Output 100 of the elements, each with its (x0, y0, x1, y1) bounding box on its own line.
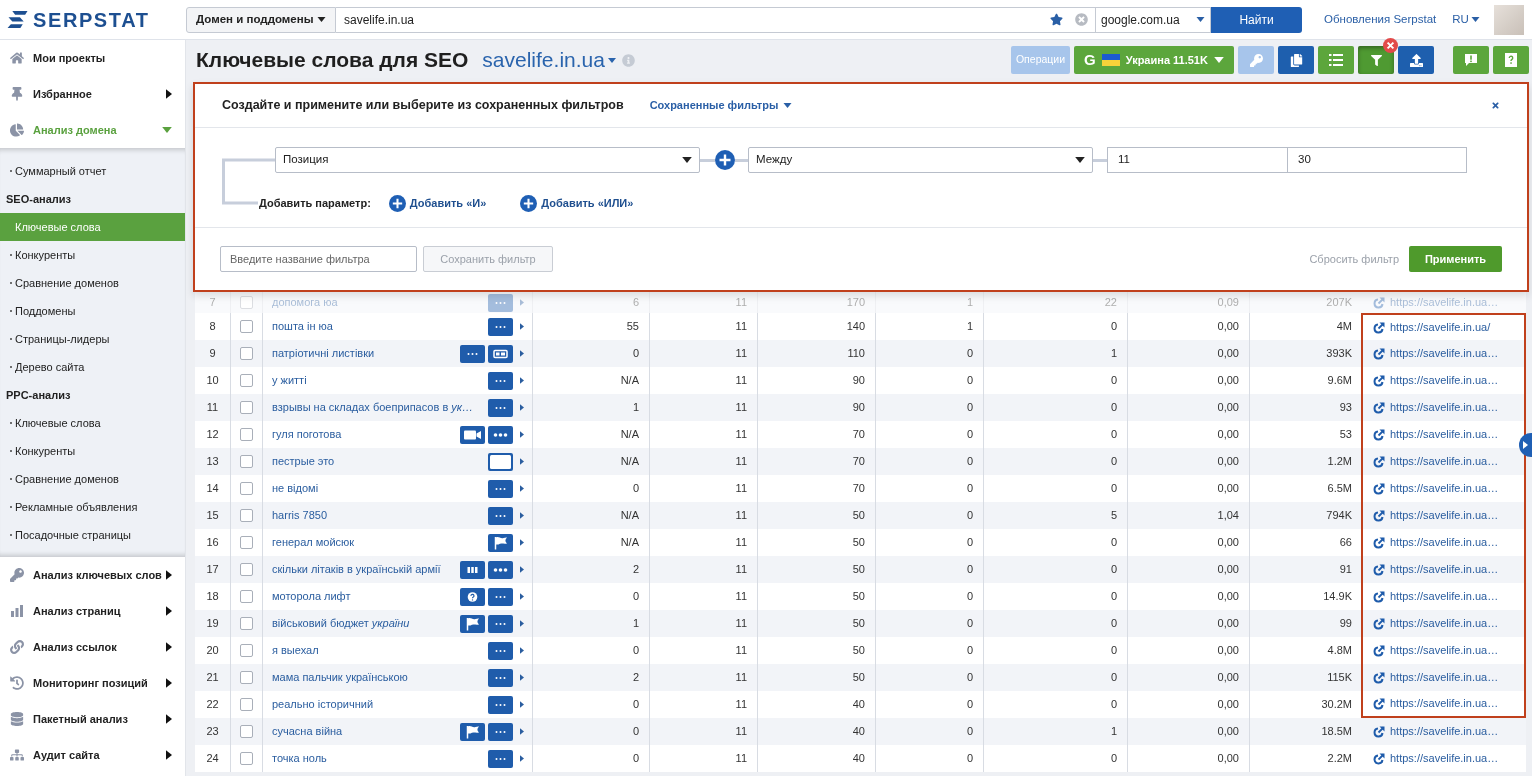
dots-icon[interactable] (460, 344, 485, 363)
expand-caret-icon[interactable] (520, 485, 524, 492)
keyword-link[interactable]: моторола лифт (272, 588, 351, 605)
sidebar-subitem[interactable]: Поддомены (0, 297, 185, 325)
keyword-link[interactable]: пестрые это (272, 453, 335, 470)
expand-caret-icon[interactable] (520, 458, 524, 465)
sidebar-item[interactable]: Анализ страниц (0, 593, 185, 629)
row-checkbox[interactable] (240, 347, 253, 360)
domain-dropdown[interactable]: savelife.in.ua (482, 44, 616, 76)
close-badge-icon[interactable] (1383, 38, 1398, 53)
expand-caret-icon[interactable] (520, 350, 524, 357)
dots-icon[interactable] (488, 668, 513, 687)
sidebar-item[interactable]: Пакетный анализ (0, 701, 185, 737)
url-link[interactable]: https://savelife.in.ua… (1373, 642, 1499, 659)
bars-icon[interactable] (460, 560, 485, 579)
export-button[interactable] (1398, 46, 1434, 74)
search-field[interactable]: savelife.in.ua (336, 6, 1095, 33)
sidebar-item[interactable]: Мониторинг позиций (0, 665, 185, 701)
video-camera-icon[interactable] (460, 425, 485, 444)
row-checkbox[interactable] (240, 644, 253, 657)
row-checkbox[interactable] (240, 752, 253, 765)
keyword-link[interactable]: сучасна війна (272, 723, 343, 740)
sidebar-subitem[interactable]: Дерево сайта (0, 353, 185, 381)
url-link[interactable]: https://savelife.in.ua… (1373, 750, 1499, 767)
dots-icon[interactable] (488, 641, 513, 660)
keyword-link[interactable]: військовий бюджет україни (272, 615, 410, 632)
sidebar-subitem[interactable]: Страницы-лидеры (0, 325, 185, 353)
sidebar-subitem[interactable]: Ключевые слова (0, 409, 185, 437)
expand-caret-icon[interactable] (520, 728, 524, 735)
keyword-link[interactable]: точка ноль (272, 750, 327, 767)
url-link[interactable]: https://savelife.in.ua… (1373, 345, 1499, 362)
expand-caret-icon[interactable] (520, 593, 524, 600)
url-link[interactable]: https://savelife.in.ua… (1373, 669, 1499, 686)
add-or-button[interactable]: Добавить «ИЛИ» (520, 194, 634, 212)
saved-filters-dropdown[interactable]: Сохраненные фильтры (649, 97, 793, 114)
expand-caret-icon[interactable] (520, 674, 524, 681)
sidebar-subitem[interactable]: Суммарный отчет (0, 157, 185, 185)
report-button[interactable] (1453, 46, 1489, 74)
expand-caret-icon[interactable] (520, 620, 524, 627)
operator-select[interactable]: Между (748, 147, 1093, 173)
range-from-field[interactable]: 11 (1107, 147, 1288, 173)
keyword-link[interactable]: пошта ін юа (272, 318, 333, 335)
range-to-field[interactable]: 30 (1288, 147, 1467, 173)
keyword-link[interactable]: я выехал (272, 642, 319, 659)
keyword-link[interactable]: гуля поготова (272, 426, 342, 443)
expand-caret-icon[interactable] (520, 701, 524, 708)
row-checkbox[interactable] (240, 374, 253, 387)
search-button[interactable]: Найти (1211, 6, 1302, 33)
apply-button[interactable]: Применить (1409, 246, 1502, 272)
blank-tile-icon[interactable] (488, 452, 513, 471)
dots-icon[interactable] (488, 425, 513, 444)
star-icon[interactable] (1050, 13, 1063, 26)
dots-icon[interactable] (488, 479, 513, 498)
expand-caret-icon[interactable] (520, 647, 524, 654)
keyword-link[interactable]: патріотичні листівки (272, 345, 375, 362)
keyword-link[interactable]: у житті (272, 372, 307, 389)
row-checkbox[interactable] (240, 320, 253, 333)
dots-icon[interactable] (488, 371, 513, 390)
row-checkbox[interactable] (240, 509, 253, 522)
sidebar-item[interactable]: Избранное (0, 76, 185, 112)
parameter-select[interactable]: Позиция (275, 147, 700, 173)
sidebar-subitem[interactable]: Сравнение доменов (0, 269, 185, 297)
row-checkbox[interactable] (240, 671, 253, 684)
dots-icon[interactable] (488, 695, 513, 714)
sidebar-item[interactable]: Анализ ключевых слов (0, 557, 185, 593)
dots-icon[interactable] (488, 560, 513, 579)
row-checkbox[interactable] (240, 455, 253, 468)
url-link[interactable]: https://savelife.in.ua… (1373, 372, 1499, 389)
add-and-button[interactable]: Добавить «И» (388, 194, 487, 212)
logo-icon[interactable] (7, 10, 29, 29)
expand-caret-icon[interactable] (520, 323, 524, 330)
row-checkbox[interactable] (240, 428, 253, 441)
close-button[interactable] (1491, 101, 1500, 110)
language-dropdown[interactable]: RU (1452, 10, 1480, 29)
sidebar-subitem[interactable]: Сравнение доменов (0, 465, 185, 493)
keyword-link[interactable]: мама пальчик українською (272, 669, 408, 686)
row-checkbox[interactable] (240, 536, 253, 549)
sidebar-item[interactable]: Аудит сайта (0, 737, 185, 773)
url-link[interactable]: https://savelife.in.ua… (1373, 426, 1499, 443)
flag-icon[interactable] (460, 722, 485, 741)
keyword-link[interactable]: реально історичний (272, 696, 374, 713)
add-condition-icon[interactable] (715, 150, 735, 170)
row-checkbox[interactable] (240, 725, 253, 738)
url-link[interactable]: https://savelife.in.ua… (1373, 615, 1499, 632)
url-link[interactable]: https://savelife.in.ua… (1373, 534, 1499, 551)
dots-icon[interactable] (488, 614, 513, 633)
logo-text[interactable]: SERPSTAT (33, 4, 150, 35)
url-link[interactable]: https://savelife.in.ua… (1373, 561, 1499, 578)
url-link[interactable]: https://savelife.in.ua… (1373, 507, 1499, 524)
row-checkbox[interactable] (240, 482, 253, 495)
url-link[interactable]: https://savelife.in.ua/ (1373, 319, 1491, 336)
dots-icon[interactable] (488, 749, 513, 768)
url-link[interactable]: https://savelife.in.ua… (1373, 695, 1499, 712)
keyword-link[interactable]: генерал мойсюк (272, 534, 355, 551)
url-link[interactable]: https://savelife.in.ua… (1373, 453, 1499, 470)
expand-caret-icon[interactable] (520, 755, 524, 762)
url-link[interactable]: https://savelife.in.ua… (1373, 723, 1499, 740)
row-checkbox[interactable] (240, 617, 253, 630)
copy-button[interactable] (1278, 46, 1314, 74)
expand-caret-icon[interactable] (520, 566, 524, 573)
